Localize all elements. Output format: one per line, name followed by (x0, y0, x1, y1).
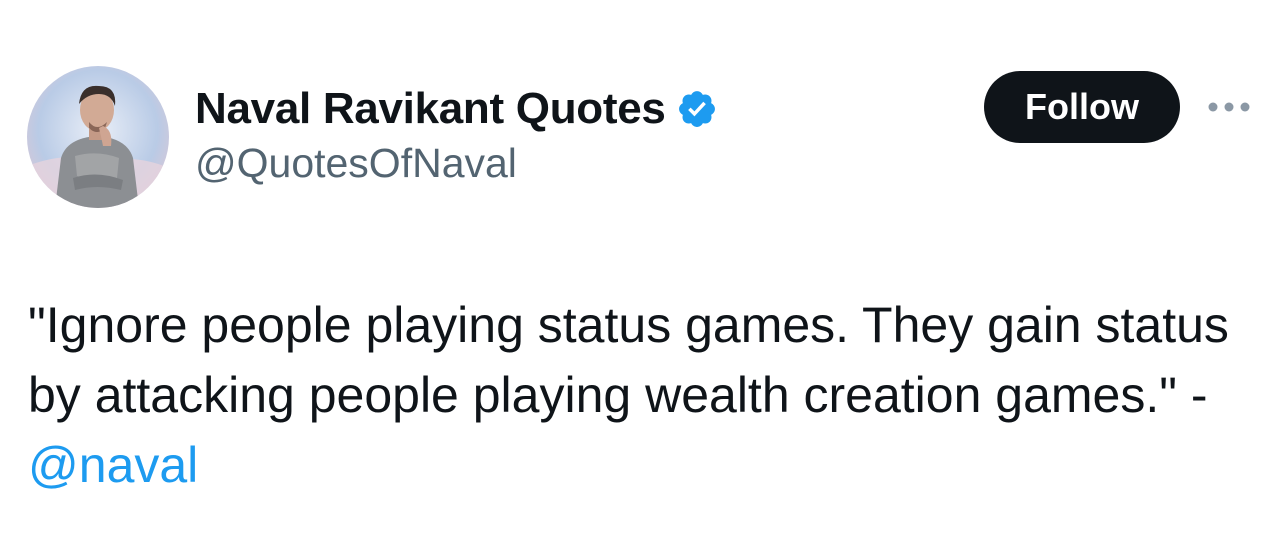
handle[interactable]: @QuotesOfNaval (195, 140, 718, 187)
follow-button[interactable]: Follow (984, 71, 1180, 143)
mention-link[interactable]: @naval (28, 437, 198, 493)
verified-badge-icon[interactable] (676, 88, 718, 130)
more-horizontal-icon[interactable] (1205, 92, 1253, 122)
tweet-card: Naval Ravikant Quotes @QuotesOfNaval Fol… (0, 0, 1284, 550)
display-name[interactable]: Naval Ravikant Quotes (195, 84, 666, 134)
tweet-body: "Ignore people playing status games. The… (28, 297, 1229, 423)
tweet-text: "Ignore people playing status games. The… (28, 290, 1258, 500)
author-info: Naval Ravikant Quotes @QuotesOfNaval (195, 82, 718, 187)
name-row: Naval Ravikant Quotes (195, 82, 718, 136)
avatar[interactable] (27, 66, 169, 208)
avatar-image (27, 66, 169, 208)
